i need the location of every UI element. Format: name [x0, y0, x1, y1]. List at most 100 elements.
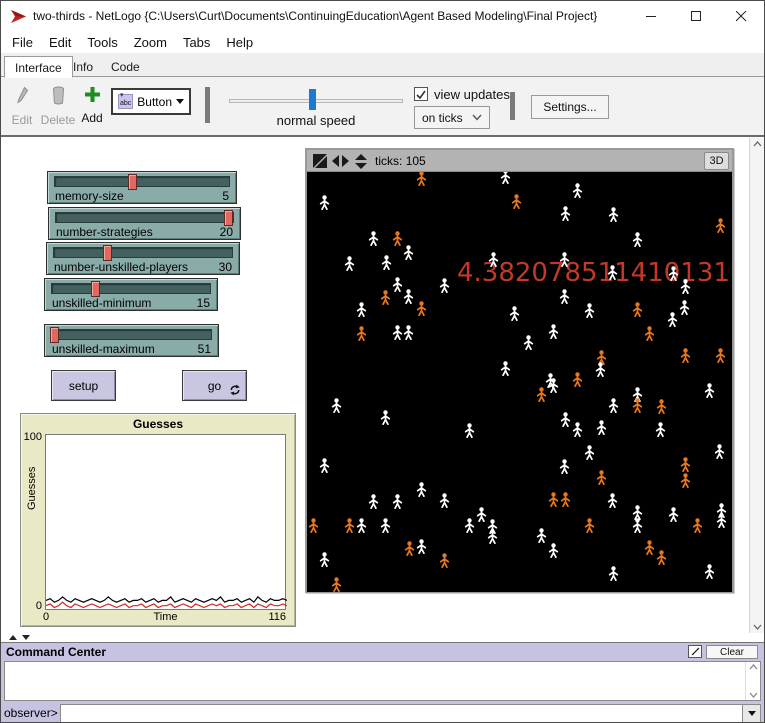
person-agent: [559, 289, 570, 304]
slider-thumb[interactable]: [224, 210, 233, 226]
person-agent: [560, 492, 571, 507]
slider-track[interactable]: [53, 247, 233, 258]
widget-type-dropdown[interactable]: abc Button: [111, 88, 191, 115]
splitter-down-icon[interactable]: [22, 635, 30, 640]
tab-interface[interactable]: Interface: [4, 56, 73, 78]
three-d-button[interactable]: 3D: [704, 152, 729, 170]
person-agent: [404, 541, 415, 556]
slider-track[interactable]: [55, 212, 234, 223]
person-agent: [656, 399, 667, 414]
person-agent: [487, 519, 498, 534]
horizontal-arrows-icon[interactable]: [332, 154, 349, 168]
person-agent: [416, 301, 427, 316]
popout-icon[interactable]: [688, 645, 702, 658]
menu-zoom[interactable]: Zoom: [126, 33, 175, 52]
command-input[interactable]: [60, 704, 743, 723]
toolbar-separator: [205, 87, 210, 123]
slider-thumb[interactable]: [50, 327, 59, 343]
edit-label: Edit: [7, 113, 37, 127]
person-agent: [679, 300, 690, 315]
delete-widget-button[interactable]: Delete: [37, 86, 79, 127]
interface-canvas: memory-size5 number-strategies20 number-…: [1, 137, 764, 634]
person-agent: [511, 194, 522, 209]
menu-edit[interactable]: Edit: [41, 33, 79, 52]
delete-label: Delete: [37, 113, 79, 127]
slider-unskilled-minimum[interactable]: unskilled-minimum 15: [44, 278, 218, 311]
vertical-scrollbar[interactable]: [749, 138, 765, 633]
slider-memory-size[interactable]: memory-size5: [47, 171, 237, 204]
slider-track[interactable]: [51, 283, 211, 294]
splitter-up-icon[interactable]: [9, 635, 17, 640]
update-mode-dropdown[interactable]: on ticks: [414, 106, 490, 129]
menu-tools[interactable]: Tools: [79, 33, 125, 52]
vertical-arrows-icon[interactable]: [354, 154, 368, 169]
slider-value: 51: [198, 342, 211, 356]
command-center-splitter[interactable]: [1, 634, 764, 642]
setup-button[interactable]: setup: [51, 370, 116, 401]
toolbar-separator: [510, 92, 515, 120]
netlogo-window: two-thirds - NetLogo {C:\Users\Curt\Docu…: [0, 0, 765, 723]
slider-thumb[interactable]: [91, 281, 100, 297]
view-updates-label: view updates: [434, 87, 510, 102]
person-agent: [356, 302, 367, 317]
setup-button-label: setup: [69, 379, 98, 393]
person-agent: [680, 457, 691, 472]
person-agent: [416, 539, 427, 554]
person-agent: [668, 507, 679, 522]
scroll-down-icon[interactable]: [749, 692, 758, 698]
scroll-down-icon[interactable]: [753, 624, 762, 630]
go-button-label: go: [208, 379, 221, 393]
person-agent: [596, 350, 607, 365]
settings-button[interactable]: Settings...: [531, 95, 609, 119]
person-agent: [545, 373, 556, 388]
person-agent: [716, 503, 727, 518]
y-axis-label: Guesses: [26, 467, 38, 510]
reset-perspective-icon[interactable]: [313, 154, 327, 168]
history-dropdown-button[interactable]: [743, 704, 761, 723]
ticks-counter: ticks: 105: [375, 154, 426, 168]
person-agent: [644, 540, 655, 555]
menu-file[interactable]: File: [4, 33, 41, 52]
clear-button[interactable]: Clear: [706, 645, 758, 659]
slider-track[interactable]: [51, 329, 212, 340]
maximize-button[interactable]: [674, 1, 719, 31]
slider-value: 15: [197, 296, 210, 310]
slider-number-strategies[interactable]: number-strategies20: [48, 207, 241, 240]
person-agent: [632, 302, 643, 317]
edit-widget-button[interactable]: Edit: [7, 86, 37, 127]
person-agent: [487, 529, 498, 544]
add-widget-button[interactable]: Add: [77, 86, 107, 125]
world-canvas[interactable]: 4.382078511410131: [307, 172, 732, 592]
speed-slider-track[interactable]: [229, 99, 403, 103]
title-bar[interactable]: two-thirds - NetLogo {C:\Users\Curt\Docu…: [1, 1, 764, 31]
scroll-up-icon[interactable]: [753, 141, 762, 147]
slider-label: number-strategies: [56, 225, 153, 239]
speed-slider-thumb[interactable]: [309, 89, 316, 110]
slider-label: memory-size: [55, 189, 124, 203]
command-output[interactable]: [4, 661, 761, 701]
person-agent: [715, 218, 726, 233]
toolbar: Edit Delete Add abc Button normal speed …: [1, 77, 764, 137]
person-agent: [632, 398, 643, 413]
slider-unskilled-maximum[interactable]: unskilled-maximum51: [44, 324, 219, 357]
tab-code[interactable]: Code: [101, 56, 150, 78]
close-button[interactable]: [719, 1, 764, 31]
menu-help[interactable]: Help: [218, 33, 261, 52]
person-agent: [607, 493, 618, 508]
output-scrollbar[interactable]: [745, 662, 760, 700]
person-agent: [403, 325, 414, 340]
slider-thumb[interactable]: [128, 174, 137, 190]
menu-tabs[interactable]: Tabs: [175, 33, 218, 52]
slider-track[interactable]: [54, 176, 230, 187]
minimize-button[interactable]: [629, 1, 674, 31]
scroll-up-icon[interactable]: [749, 664, 758, 670]
slider-label: unskilled-minimum: [52, 296, 151, 310]
person-agent: [476, 507, 487, 522]
person-agent: [356, 518, 367, 533]
menu-bar: File Edit Tools Zoom Tabs Help: [1, 31, 764, 53]
slider-number-unskilled-players[interactable]: number-unskilled-players30: [46, 242, 240, 275]
slider-thumb[interactable]: [103, 245, 112, 261]
view-updates-checkbox[interactable]: [414, 87, 428, 101]
go-button[interactable]: go: [182, 370, 247, 401]
person-agent: [319, 458, 330, 473]
